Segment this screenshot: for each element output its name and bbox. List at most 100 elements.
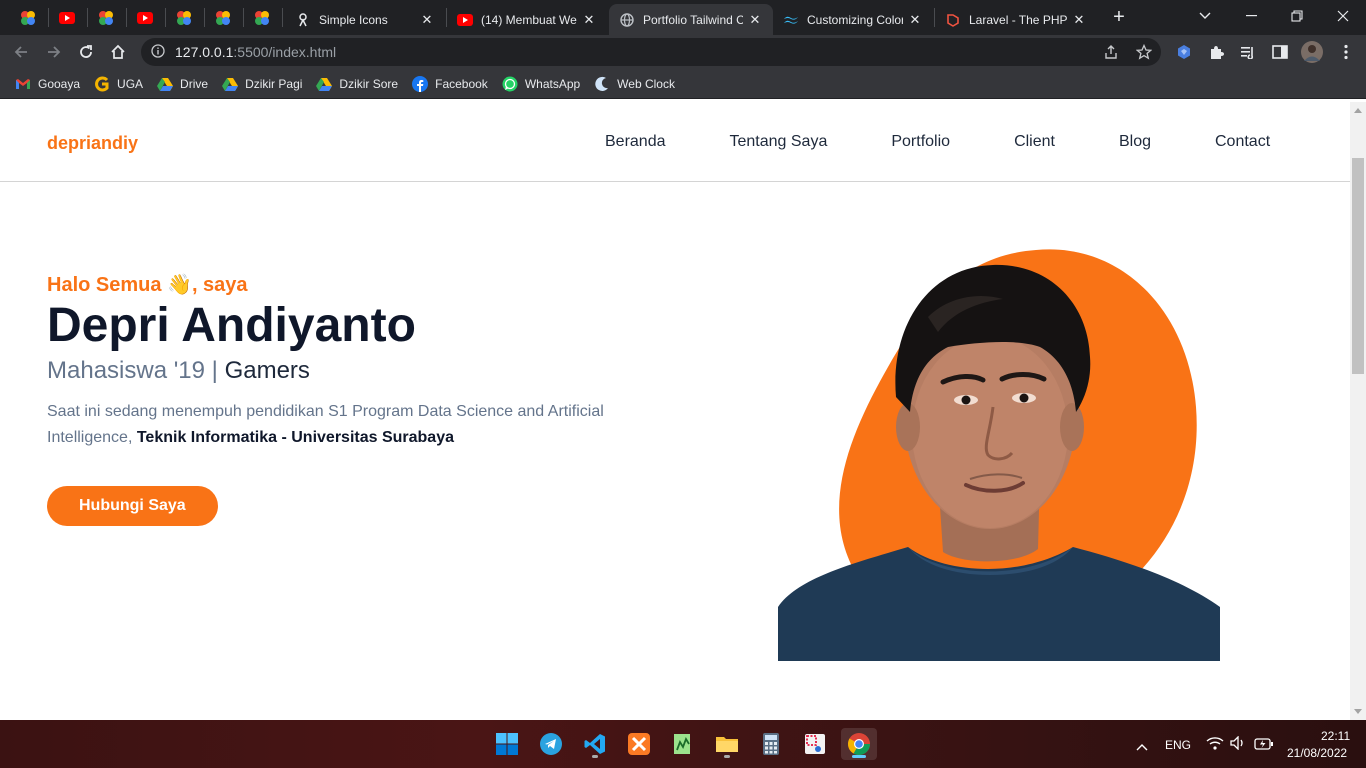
nav-contact[interactable]: Contact (1215, 133, 1270, 151)
extensions-puzzle-icon[interactable] (1203, 39, 1229, 65)
back-button[interactable] (7, 39, 35, 65)
tab-portfolio-active[interactable]: Portfolio Tailwind C ✕ (609, 4, 773, 35)
vscode-taskbar-button[interactable] (577, 728, 613, 760)
start-button[interactable] (489, 728, 525, 760)
bookmark-label: WhatsApp (524, 76, 581, 91)
snipping-tool-taskbar-button[interactable] (797, 728, 833, 760)
close-icon[interactable]: ✕ (1071, 12, 1087, 28)
language-indicator[interactable]: ENG (1165, 738, 1191, 752)
tab-laravel[interactable]: Laravel - The PHP F ✕ (935, 4, 1097, 35)
hero-subtitle: Mahasiswa '19 | Gamers (47, 357, 647, 385)
url-host: 127.0.0.1 (175, 44, 234, 60)
restore-button[interactable] (1274, 0, 1320, 32)
bookmark-label: Facebook (435, 76, 488, 91)
tab-title: Simple Icons (319, 12, 388, 27)
profile-avatar[interactable] (1299, 39, 1325, 65)
minimize-button[interactable] (1228, 0, 1274, 32)
close-window-button[interactable] (1320, 0, 1366, 32)
extension-hexagon-icon[interactable] (1171, 39, 1197, 65)
close-icon[interactable]: ✕ (581, 12, 597, 28)
drive-icon (316, 76, 333, 92)
facebook-icon (412, 75, 429, 92)
calculator-icon (763, 733, 779, 755)
tab-title: (14) Membuat Wel (481, 12, 577, 27)
globe-icon (619, 12, 635, 28)
colorful-app-icon (254, 10, 270, 26)
subtitle-highlight: Gamers (224, 357, 310, 384)
chevron-up-icon[interactable] (1136, 738, 1148, 756)
close-icon[interactable]: ✕ (747, 12, 763, 28)
youtube-icon (457, 12, 473, 28)
file-explorer-taskbar-button[interactable] (709, 728, 745, 760)
notepad-plus-taskbar-button[interactable] (665, 728, 701, 760)
nav-beranda[interactable]: Beranda (605, 133, 666, 151)
tab-title: Portfolio Tailwind C (643, 12, 743, 27)
site-header: depriandiy Beranda Tentang Saya Portfoli… (0, 102, 1350, 182)
bookmark-gooaya[interactable]: Gooaya (8, 71, 87, 97)
simple-icons-icon (295, 12, 311, 28)
tab-search-button[interactable] (1182, 0, 1228, 32)
nav-blog[interactable]: Blog (1119, 133, 1151, 151)
bookmark-web-clock[interactable]: Web Clock (587, 71, 682, 97)
pinned-tab[interactable] (49, 4, 85, 31)
bookmark-star-icon[interactable] (1131, 39, 1157, 65)
bookmark-dzikir-pagi[interactable]: Dzikir Pagi (215, 71, 309, 97)
clock-date[interactable]: 21/08/2022 (1287, 746, 1347, 760)
browser-menu-icon[interactable] (1333, 39, 1359, 65)
share-icon[interactable] (1098, 39, 1124, 65)
bookmark-label: UGA (117, 76, 144, 91)
pinned-tab[interactable] (127, 4, 163, 31)
bookmark-facebook[interactable]: Facebook (405, 71, 495, 97)
xampp-taskbar-button[interactable] (621, 728, 657, 760)
side-panel-icon[interactable] (1267, 39, 1293, 65)
scroll-up-arrow-icon[interactable] (1354, 108, 1362, 113)
bookmark-whatsapp[interactable]: WhatsApp (495, 71, 587, 97)
scroll-down-arrow-icon[interactable] (1354, 709, 1362, 714)
colorful-app-icon (98, 10, 114, 26)
bookmark-uga[interactable]: UGA (87, 71, 150, 97)
chrome-taskbar-button[interactable] (841, 728, 877, 760)
pinned-tab[interactable] (166, 4, 202, 31)
address-bar[interactable]: 127.0.0.1:5500/index.html (141, 38, 1161, 66)
reload-button[interactable] (72, 39, 100, 65)
pinned-tab[interactable] (244, 4, 280, 31)
bookmark-label: Gooaya (38, 76, 81, 91)
bookmark-dzikir-sore[interactable]: Dzikir Sore (309, 71, 405, 97)
calculator-taskbar-button[interactable] (753, 728, 789, 760)
browser-tab-strip: Simple Icons ✕ (14) Membuat Wel ✕ Portfo… (0, 0, 1366, 35)
volume-icon[interactable] (1230, 735, 1246, 755)
clock-time[interactable]: 22:11 (1321, 729, 1350, 743)
nav-portfolio[interactable]: Portfolio (891, 133, 950, 151)
bookmark-label: Web Clock (617, 76, 675, 91)
media-queue-icon[interactable] (1235, 39, 1261, 65)
wifi-icon[interactable] (1206, 736, 1224, 755)
tab-youtube[interactable]: (14) Membuat Wel ✕ (447, 4, 607, 35)
pinned-tab[interactable] (10, 4, 46, 31)
nav-tentang-saya[interactable]: Tentang Saya (730, 133, 828, 151)
forward-button[interactable] (40, 39, 68, 65)
close-icon[interactable]: ✕ (907, 12, 923, 28)
telegram-taskbar-button[interactable] (533, 728, 569, 760)
home-button[interactable] (104, 39, 132, 65)
info-icon[interactable] (151, 43, 165, 61)
tab-customizing-color[interactable]: Customizing Color ✕ (773, 4, 933, 35)
site-brand[interactable]: depriandiy (47, 133, 138, 154)
battery-icon[interactable] (1254, 737, 1274, 755)
tab-simple-icons[interactable]: Simple Icons ✕ (285, 4, 445, 35)
bookmark-label: Dzikir Pagi (245, 76, 303, 91)
pinned-tab[interactable] (205, 4, 241, 31)
youtube-icon (137, 10, 153, 26)
close-icon[interactable]: ✕ (419, 12, 435, 28)
uga-icon (94, 76, 110, 92)
page-scrollbar[interactable] (1350, 102, 1366, 720)
nav-client[interactable]: Client (1014, 133, 1055, 151)
scrollbar-thumb[interactable] (1352, 158, 1364, 374)
main-nav: Beranda Tentang Saya Portfolio Client Bl… (605, 133, 1270, 151)
tab-title: Laravel - The PHP F (969, 12, 1067, 27)
contact-me-button[interactable]: Hubungi Saya (47, 486, 218, 526)
tailwind-icon (783, 12, 799, 28)
new-tab-button[interactable]: + (1106, 6, 1132, 30)
colorful-app-icon (215, 10, 231, 26)
bookmark-drive[interactable]: Drive (150, 71, 215, 97)
pinned-tab[interactable] (88, 4, 124, 31)
